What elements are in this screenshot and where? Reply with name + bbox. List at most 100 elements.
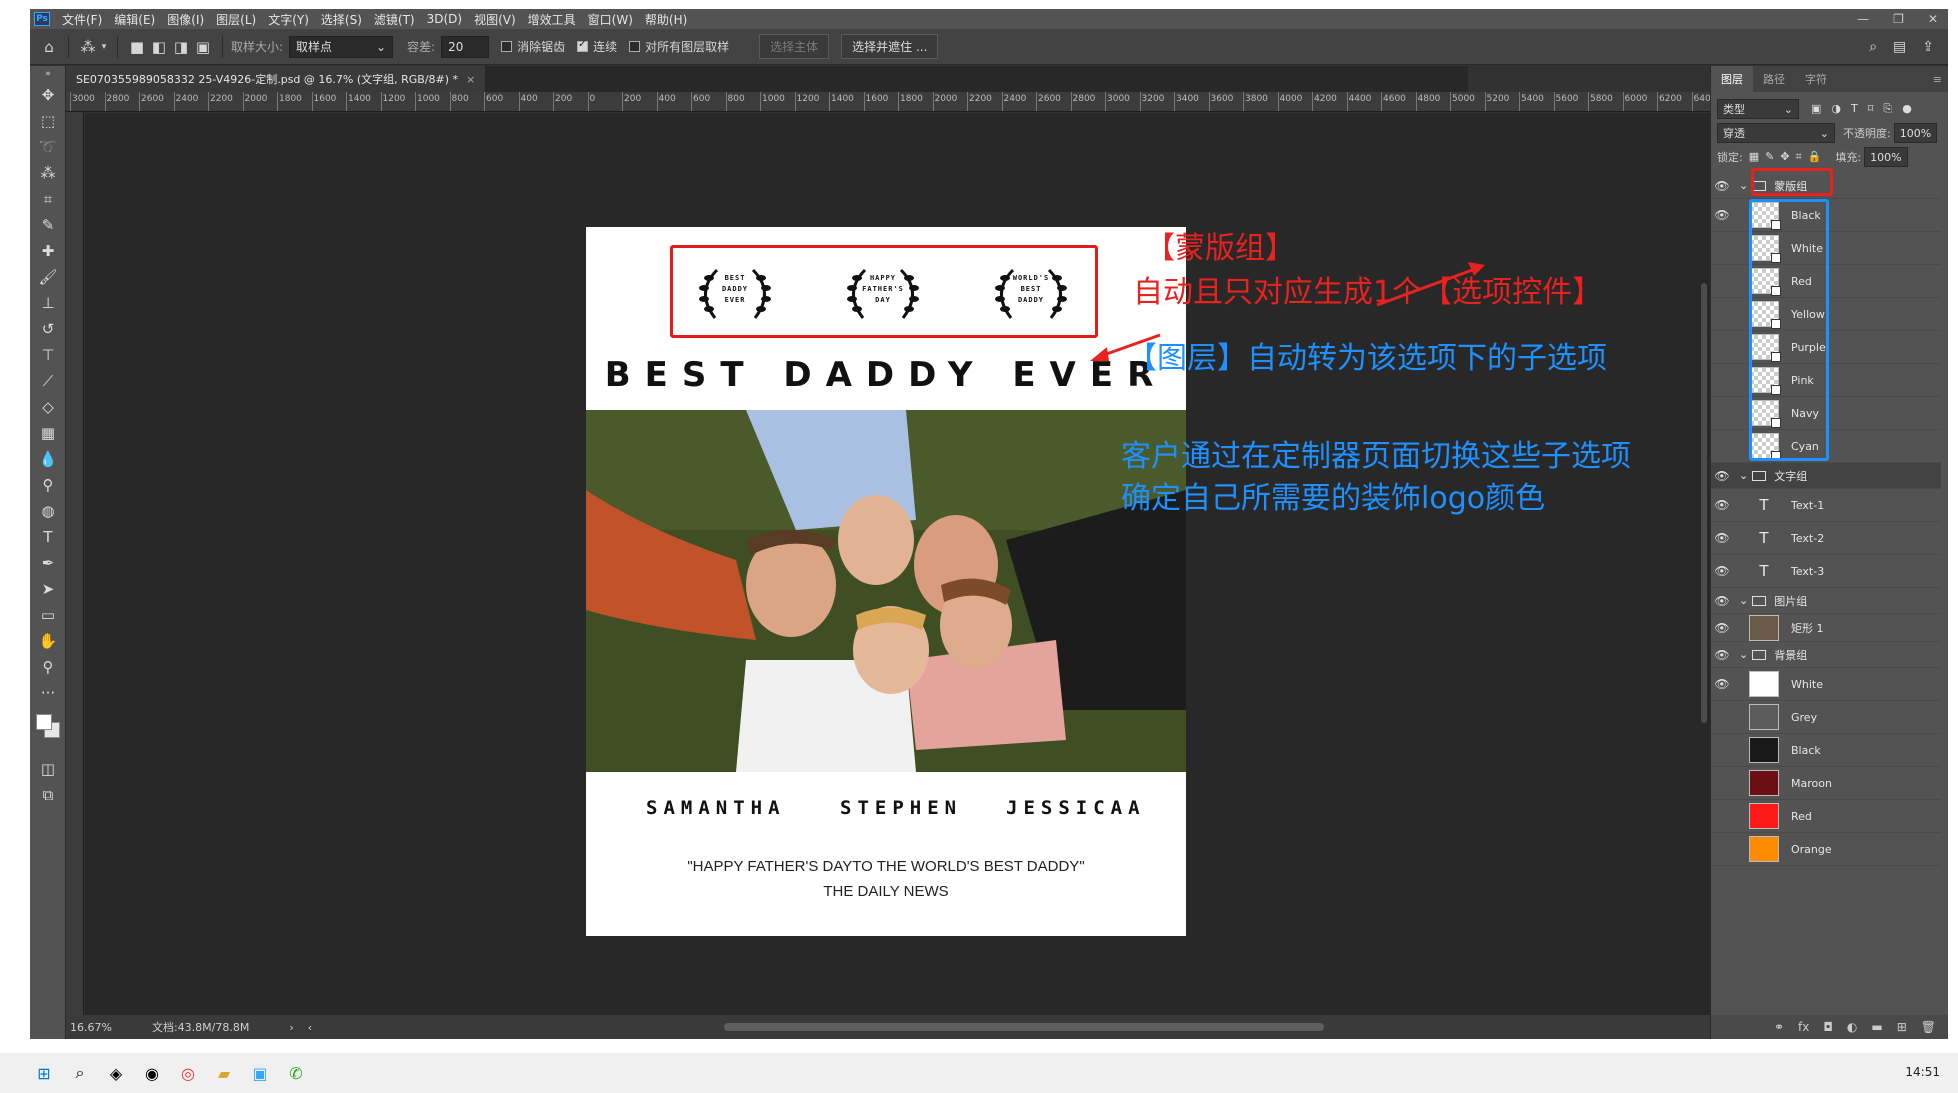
screen-mode-icon[interactable]: ⧉	[30, 782, 66, 808]
magic-wand-icon[interactable]: ⁂	[77, 36, 99, 58]
file-explorer-icon[interactable]: ▰	[206, 1055, 242, 1091]
sponge-tool-icon[interactable]: ◍	[30, 498, 66, 524]
menu-select[interactable]: 选择(S)	[315, 11, 368, 28]
select-and-mask-button[interactable]: 选择并遮住 ...	[841, 34, 939, 59]
smart-object-filter-icon[interactable]: ⎘	[1883, 102, 1892, 116]
lasso-tool-icon[interactable]: ➰	[30, 134, 66, 160]
quick-mask-icon[interactable]: ◫	[30, 756, 66, 782]
visibility-eye-icon[interactable]: 👁	[1711, 594, 1733, 608]
image-filter-icon[interactable]: ▣	[1811, 102, 1821, 116]
menu-plugins[interactable]: 增效工具	[522, 11, 582, 28]
lock-icons[interactable]: ▦✎✥⌗🔒	[1749, 150, 1828, 164]
pen-tool-icon[interactable]: ✒	[30, 550, 66, 576]
visibility-eye-icon[interactable]: 👁	[1711, 710, 1733, 724]
scroll-left-icon[interactable]: ‹	[308, 1021, 312, 1034]
zoom-tool-icon[interactable]: ⚲	[30, 654, 66, 680]
visibility-eye-icon[interactable]: 👁	[1711, 179, 1733, 193]
layer-row[interactable]: 👁 Red	[1711, 800, 1941, 833]
panel-menu-icon[interactable]: ≡	[1933, 73, 1942, 86]
chevron-down-icon[interactable]: ⌄	[1739, 469, 1748, 482]
layer-row[interactable]: 👁 ⌄ 图片组	[1711, 588, 1941, 614]
type-filter-icon[interactable]: T	[1851, 102, 1858, 116]
visibility-eye-icon[interactable]: 👁	[1711, 469, 1733, 483]
zoom-level[interactable]: 16.67%	[70, 1021, 112, 1034]
filter-toggle-icon[interactable]: ●	[1902, 102, 1912, 116]
chevron-down-icon[interactable]: ▾	[99, 36, 109, 58]
gradient-tool-icon[interactable]: ▦	[30, 420, 66, 446]
dodge-tool-icon[interactable]: ⚲	[30, 472, 66, 498]
visibility-eye-icon[interactable]: 👁	[1711, 564, 1733, 578]
type-tool-icon[interactable]: T	[30, 524, 66, 550]
layer-row[interactable]: 👁 White	[1711, 668, 1941, 701]
layer-row[interactable]: 👁 Black	[1711, 734, 1941, 767]
menu-window[interactable]: 窗口(W)	[582, 11, 639, 28]
layer-row[interactable]: 👁 T Text-3	[1711, 555, 1941, 588]
adjustment-layer-icon[interactable]: ◐	[1847, 1020, 1857, 1034]
chevron-down-icon[interactable]: ⌄	[1739, 179, 1748, 192]
fill-input[interactable]: 100%	[1864, 147, 1908, 167]
visibility-eye-icon[interactable]: 👁	[1711, 809, 1733, 823]
add-selection-icon[interactable]: ◧	[148, 36, 170, 58]
tab-layers[interactable]: 图层	[1711, 66, 1753, 92]
blend-mode-select[interactable]: 穿透 ⌄	[1717, 123, 1835, 143]
workspace-icon[interactable]: ▤	[1893, 39, 1906, 55]
visibility-eye-icon[interactable]: 👁	[1711, 406, 1733, 420]
visibility-eye-icon[interactable]: 👁	[1711, 439, 1733, 453]
delete-layer-icon[interactable]: 🗑	[1921, 1020, 1936, 1034]
menu-edit[interactable]: 编辑(E)	[108, 11, 161, 28]
chevron-down-icon[interactable]: ⌄	[1739, 594, 1748, 607]
filter-kind-select[interactable]: 类型 ⌄	[1717, 99, 1799, 119]
visibility-eye-icon[interactable]: 👁	[1711, 743, 1733, 757]
adjustment-filter-icon[interactable]: ◑	[1831, 102, 1841, 116]
magic-wand-tool-icon[interactable]: ⁂	[30, 160, 66, 186]
path-select-tool-icon[interactable]: ➤	[30, 576, 66, 602]
layer-row[interactable]: 👁 Maroon	[1711, 767, 1941, 800]
shape-filter-icon[interactable]: ⌑	[1868, 102, 1874, 116]
visibility-eye-icon[interactable]: 👁	[1711, 842, 1733, 856]
eyedropper-tool-icon[interactable]: ✎	[30, 212, 66, 238]
windows-start-icon[interactable]: ⊞	[26, 1055, 62, 1091]
history-brush-tool-icon[interactable]: ↺	[30, 316, 66, 342]
intersect-selection-icon[interactable]: ▣	[192, 36, 214, 58]
rectangle-tool-icon[interactable]: ▭	[30, 602, 66, 628]
art-brush-tool-icon[interactable]: ⟋	[30, 368, 66, 394]
contiguous-checkbox[interactable]: 连续	[577, 38, 617, 55]
antialias-checkbox[interactable]: 消除锯齿	[501, 38, 565, 55]
menu-view[interactable]: 视图(V)	[468, 11, 522, 28]
restore-icon[interactable]: ❐	[1893, 12, 1904, 26]
visibility-eye-icon[interactable]: 👁	[1711, 340, 1733, 354]
chevron-down-icon[interactable]: ⌄	[1739, 648, 1748, 661]
layer-row[interactable]: 👁 ⌄ 背景组	[1711, 642, 1941, 668]
canvas-area[interactable]: BEST DADDY EVER HAPPY FATHER'S DAY WORLD…	[85, 113, 1710, 1015]
layer-style-icon[interactable]: fx	[1798, 1020, 1809, 1034]
add-mask-icon[interactable]: ◘	[1823, 1020, 1833, 1034]
app-icon[interactable]: ◉	[134, 1055, 170, 1091]
layer-row[interactable]: 👁 矩形 1	[1711, 614, 1941, 642]
layer-row[interactable]: 👁 T Text-2	[1711, 522, 1941, 555]
search-icon[interactable]: ⌕	[62, 1055, 98, 1091]
move-tool-icon[interactable]: ✥	[30, 82, 66, 108]
eraser-tool-icon[interactable]: ◇	[30, 394, 66, 420]
sample-size-select[interactable]: 取样点 ⌄	[289, 35, 394, 58]
hand-tool-icon[interactable]: ✋	[30, 628, 66, 654]
marquee-tool-icon[interactable]: ⬚	[30, 108, 66, 134]
chrome-icon[interactable]: ◎	[170, 1055, 206, 1091]
visibility-eye-icon[interactable]: 👁	[1711, 531, 1733, 545]
layer-row[interactable]: 👁 ⌄ 文字组	[1711, 463, 1941, 489]
layer-row[interactable]: 👁 T Text-1	[1711, 489, 1941, 522]
visibility-eye-icon[interactable]: 👁	[1711, 677, 1733, 691]
new-selection-icon[interactable]: ■	[126, 36, 148, 58]
menu-layer[interactable]: 图层(L)	[210, 11, 262, 28]
search-icon[interactable]: ⌕	[1869, 39, 1877, 55]
visibility-eye-icon[interactable]: 👁	[1711, 241, 1733, 255]
menu-3d[interactable]: 3D(D)	[421, 12, 468, 26]
minimize-icon[interactable]: —	[1857, 12, 1869, 26]
close-tab-icon[interactable]: ×	[466, 73, 475, 86]
share-icon[interactable]: ⇪	[1922, 39, 1934, 55]
visibility-eye-icon[interactable]: 👁	[1711, 208, 1733, 222]
color-swatches[interactable]	[30, 706, 65, 756]
menu-image[interactable]: 图像(I)	[161, 11, 210, 28]
visibility-eye-icon[interactable]: 👁	[1711, 776, 1733, 790]
healing-tool-icon[interactable]: ✚	[30, 238, 66, 264]
all-layers-checkbox[interactable]: 对所有图层取样	[629, 38, 729, 55]
